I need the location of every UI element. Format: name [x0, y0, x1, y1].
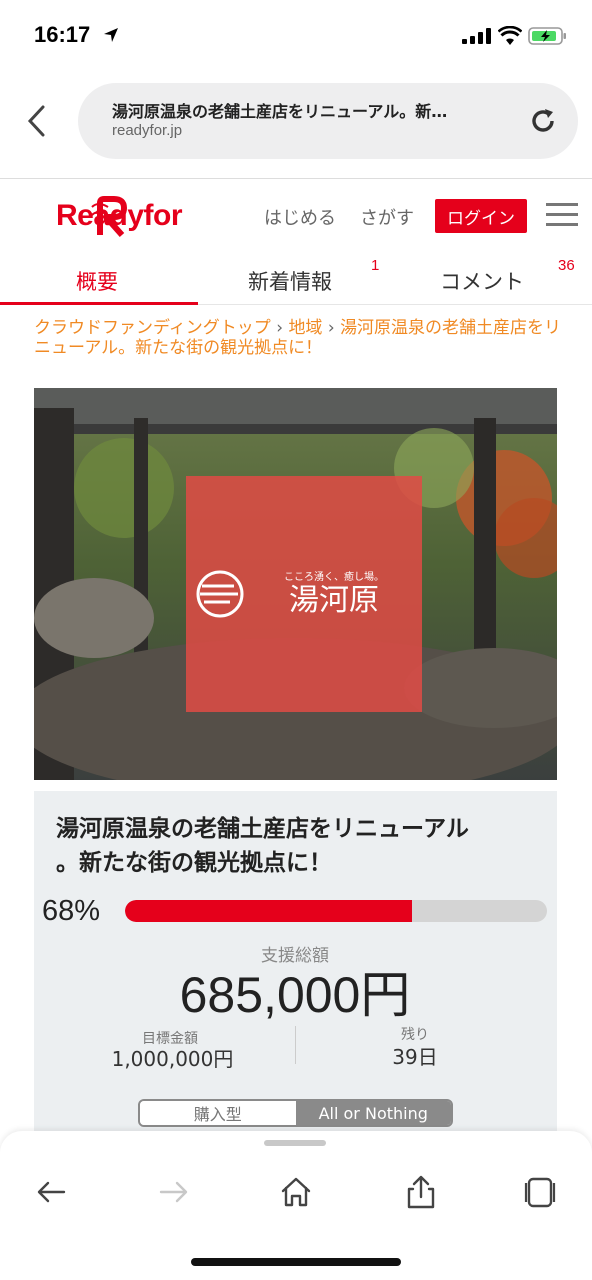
breadcrumb-region[interactable]: 地域: [288, 318, 322, 338]
breadcrumb-separator: ›: [327, 318, 335, 338]
project-title-line: 湯河原温泉の老舗土産店をリニューアル: [56, 816, 469, 842]
reload-icon[interactable]: [528, 106, 558, 136]
login-button[interactable]: ログイン: [435, 199, 527, 233]
nav-search-link[interactable]: さがす: [360, 204, 414, 230]
hot-spring-photo: こころ湧く、癒し場。 湯河原: [34, 388, 557, 780]
share-icon[interactable]: [403, 1174, 439, 1210]
tabs-icon[interactable]: [522, 1174, 558, 1210]
funding-type-toggle: 購入型 All or Nothing: [138, 1099, 453, 1127]
breadcrumb-top[interactable]: クラウドファンディングトップ: [34, 318, 271, 338]
remaining-days: 39日: [392, 1045, 438, 1069]
breadcrumb: クラウドファンディングトップ › 地域 › 湯河原温泉の老舗土産店をリニューアル…: [34, 318, 564, 358]
goal-amount: 1,000,000円: [111, 1047, 234, 1071]
back-arrow-icon[interactable]: [34, 1174, 70, 1210]
forward-arrow-icon[interactable]: [155, 1174, 191, 1210]
home-icon[interactable]: [278, 1174, 314, 1210]
status-bar: 16:17: [0, 0, 592, 72]
url-host: readyfor.jp: [112, 122, 183, 139]
location-arrow-icon: [104, 28, 118, 42]
tab-overview[interactable]: 概要: [76, 266, 118, 296]
project-hero-image: こころ湧く、癒し場。 湯河原: [34, 388, 557, 780]
clock: 16:17: [34, 22, 91, 47]
logo-text[interactable]: Readyfor: [56, 199, 183, 233]
nav-start-link[interactable]: はじめる: [264, 204, 336, 230]
hero-town-name: 湯河原: [289, 583, 379, 618]
divider: [0, 178, 592, 179]
tab-comments[interactable]: コメント: [440, 266, 524, 296]
funding-type-all-or-nothing: All or Nothing: [295, 1101, 451, 1125]
breadcrumb-separator: ›: [276, 318, 284, 338]
raised-amount: 685,000円: [179, 967, 411, 1023]
browser-back-chevron-icon[interactable]: [24, 104, 50, 138]
project-title: 湯河原温泉の老舗土産店をリニューアル 。新たな街の観光拠点に！: [56, 812, 536, 880]
tab-news-badge: 1: [371, 257, 380, 274]
project-title-line: 。新たな街の観光拠点に！: [56, 850, 332, 876]
cellular-signal-icon: [462, 28, 491, 44]
tab-news[interactable]: 新着情報: [248, 266, 332, 296]
sheet-grabber[interactable]: [264, 1140, 326, 1146]
wifi-icon: [498, 26, 522, 45]
hamburger-menu-icon[interactable]: [546, 203, 578, 227]
page-title: 湯河原温泉の老舗土産店をリニューアル。新…: [112, 102, 448, 121]
battery-charging-icon: [528, 27, 566, 45]
tab-comments-badge: 36: [558, 257, 575, 274]
hero-tagline: こころ湧く、癒し場。: [284, 570, 384, 583]
funding-type-purchase: 購入型: [140, 1101, 296, 1125]
progress-percent: 68%: [42, 895, 101, 927]
progress-bar: [125, 900, 547, 922]
progress-bar-fill: [125, 900, 412, 922]
home-indicator[interactable]: [191, 1258, 401, 1266]
stats-divider: [295, 1026, 296, 1064]
active-tab-indicator: [0, 302, 198, 305]
